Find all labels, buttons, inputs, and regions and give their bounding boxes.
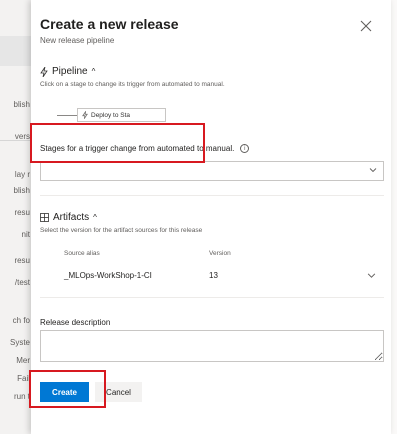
close-icon[interactable] bbox=[359, 19, 373, 33]
annotation-box-stages bbox=[30, 123, 205, 163]
background-item: vers bbox=[14, 132, 30, 141]
stage-connector bbox=[57, 115, 79, 116]
background-item: lay r bbox=[14, 170, 30, 179]
artifacts-hint: Select the version for the artifact sour… bbox=[40, 227, 203, 234]
section-divider bbox=[40, 297, 384, 298]
background-item: blish bbox=[13, 100, 30, 109]
chevron-up-icon: ^ bbox=[93, 213, 97, 222]
artifacts-icon bbox=[40, 213, 49, 222]
pipeline-section-toggle[interactable]: Pipeline ^ bbox=[40, 66, 95, 77]
column-source-alias: Source alias bbox=[64, 250, 100, 257]
annotation-box-create bbox=[29, 370, 106, 408]
release-description-input[interactable] bbox=[40, 330, 384, 362]
info-icon[interactable]: i bbox=[240, 144, 250, 153]
column-version: Version bbox=[209, 250, 231, 257]
background-item: resu bbox=[14, 256, 30, 265]
chevron-up-icon: ^ bbox=[91, 67, 96, 76]
pipeline-hint: Click on a stage to change its trigger f… bbox=[40, 81, 225, 88]
background-item: /test bbox=[14, 278, 30, 287]
background-item: nit bbox=[21, 230, 30, 239]
stage-deploy-chip[interactable]: Deploy to Sta bbox=[77, 108, 166, 122]
chevron-down-icon[interactable] bbox=[367, 271, 376, 280]
stage-chip-label: Deploy to Sta bbox=[91, 111, 131, 119]
stages-trigger-dropdown[interactable] bbox=[40, 161, 384, 181]
release-description-label: Release description bbox=[40, 318, 111, 327]
lightning-icon bbox=[82, 111, 88, 119]
artifact-source-alias: _MLOps-WorkShop-1-CI bbox=[64, 271, 152, 280]
background-item: blish bbox=[13, 186, 30, 195]
panel-title: Create a new release bbox=[40, 16, 179, 32]
background-item: Mer bbox=[16, 356, 30, 365]
artifact-version: 13 bbox=[209, 271, 218, 280]
lightning-icon bbox=[40, 66, 48, 77]
background-item: resu bbox=[14, 208, 30, 217]
artifacts-section-toggle[interactable]: Artifacts ^ bbox=[40, 212, 97, 223]
section-divider bbox=[40, 195, 384, 196]
background-item: Syste bbox=[9, 338, 30, 347]
background-band bbox=[0, 36, 31, 66]
chevron-down-icon bbox=[369, 168, 377, 173]
artifact-row[interactable]: _MLOps-WorkShop-1-CI 13 bbox=[40, 262, 384, 290]
pipeline-heading: Pipeline bbox=[52, 66, 88, 77]
panel-subtitle: New release pipeline bbox=[40, 36, 115, 45]
background-item: ch fo bbox=[12, 316, 30, 325]
background-right-edge bbox=[391, 0, 397, 434]
background-page: blish vers lay r blish resu nit resu /te… bbox=[0, 0, 31, 434]
artifacts-heading: Artifacts bbox=[53, 212, 90, 223]
create-release-panel: Create a new release New release pipelin… bbox=[31, 0, 391, 434]
background-item: Fail bbox=[17, 374, 30, 383]
background-item: run t bbox=[13, 392, 30, 401]
